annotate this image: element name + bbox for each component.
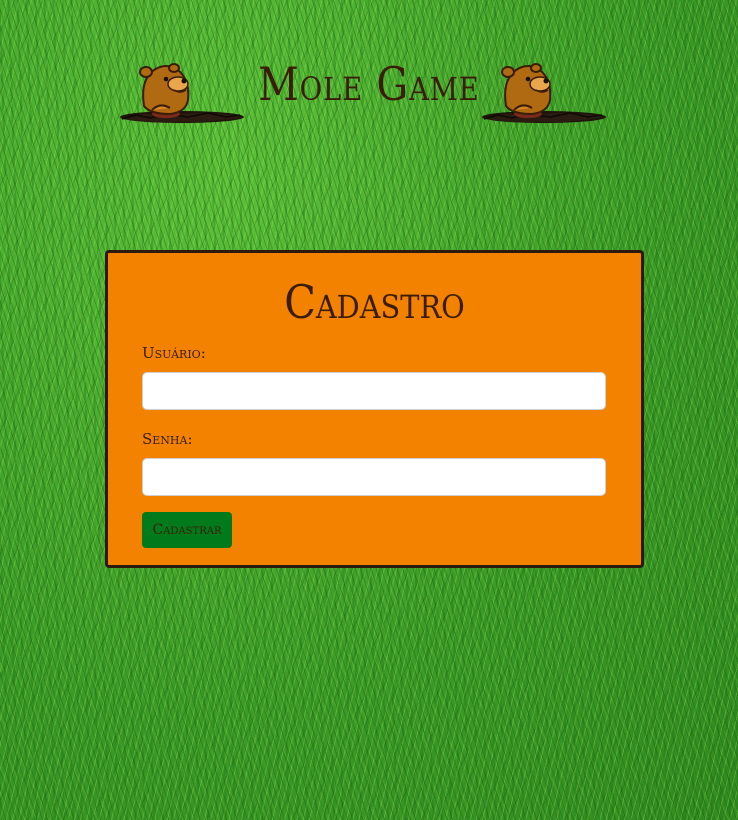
form-title: Cadastro [284, 275, 465, 329]
username-label: Usuário: [142, 344, 206, 362]
mole-icon [482, 63, 606, 123]
username-input[interactable] [142, 372, 606, 410]
register-button[interactable]: Cadastrar [142, 512, 232, 548]
page-header: Mole Game [0, 52, 738, 132]
password-input[interactable] [142, 458, 606, 496]
signup-card: Cadastro Usuário: Senha: Cadastrar [105, 250, 644, 568]
password-label: Senha: [142, 430, 193, 448]
